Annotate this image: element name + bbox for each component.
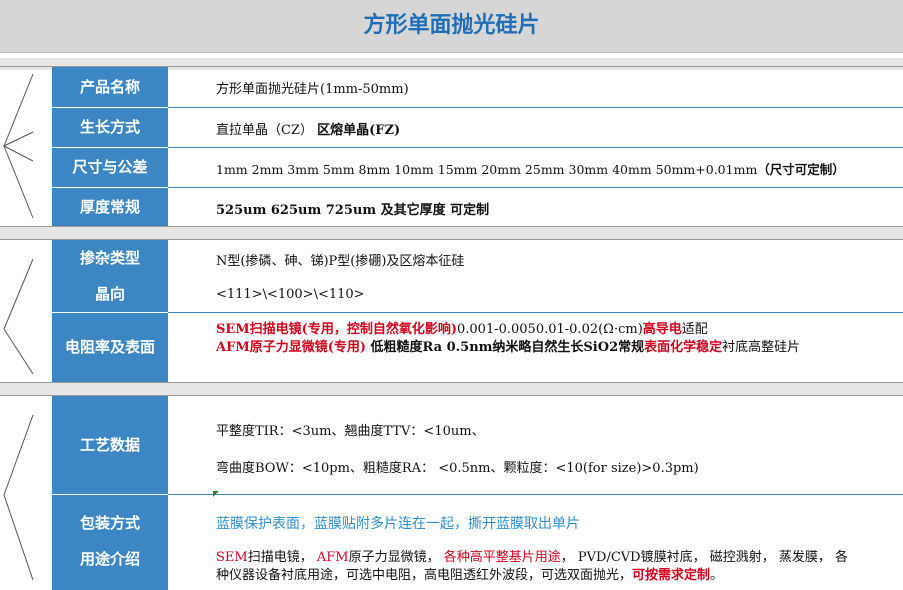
label-packaging: 包装方式 [79, 514, 140, 532]
value-crystal-orientation: <111>\<100>\<110> [216, 287, 365, 302]
label-process-data: 工艺数据 [79, 436, 140, 454]
value-applications: SEM扫描电镜， AFM原子力显微镜， 各种高平整基片用途， PVD/CVD镀膜… [216, 549, 856, 585]
value-process-line2: 弯曲度BOW：<10pm、粗糙度RA： <0.5nm、颗粒度：<10(for s… [216, 461, 699, 476]
value-product-name: 方形单面抛光硅片(1mm-50mm) [216, 82, 409, 97]
app-sem: SEM [216, 550, 248, 565]
afm-note: AFM原子力显微镜(专用) [216, 340, 367, 355]
app-afm: AFM [316, 550, 349, 565]
surface-tail: 衬底高整硅片 [722, 340, 801, 355]
growth-cz: 直拉单晶（CZ） [216, 123, 313, 138]
app-text: 原子力显微镜， [348, 550, 440, 565]
label-divider [52, 494, 168, 495]
page-title: 方形单面抛光硅片 [363, 13, 540, 38]
row-divider [168, 312, 903, 313]
value-growth-method: 直拉单晶（CZ） 区熔单晶(FZ) [216, 119, 400, 138]
label-resistivity-surface: 电阻率及表面 [64, 338, 155, 356]
high-conductivity: 高导电 [642, 322, 682, 337]
bracket-icon [3, 73, 34, 219]
label-product-name: 产品名称 [79, 78, 140, 96]
thickness-customizable: 可定制 [450, 203, 490, 218]
thickness-list: 525um 625um 725um 及其它厚度 [216, 203, 446, 218]
label-size-tolerance: 尺寸与公差 [72, 158, 148, 176]
growth-fz: 区熔单晶(FZ) [317, 123, 401, 138]
bracket-icon [3, 414, 34, 581]
section-band [0, 227, 903, 239]
size-list: 1mm 2mm 3mm 5mm 8mm 10mm 15mm 20mm 25mm … [216, 162, 758, 177]
roughness-text: 低粗糙度Ra 0.5nm纳米略自然生长SiO2常规 [366, 340, 645, 355]
value-thickness: 525um 625um 725um 及其它厚度 可定制 [216, 199, 489, 218]
value-packaging: 蓝膜保护表面，蓝膜贴附多片连在一起，撕开蓝膜取出单片 [216, 516, 580, 532]
row-divider [168, 187, 903, 188]
label-applications: 用途介绍 [79, 550, 140, 568]
label-doping-type: 掺杂类型 [79, 249, 140, 267]
value-process-line1: 平整度TIR：<3um、翘曲度TTV：<10um、 [216, 424, 485, 439]
surface-stable: 表面化学稳定 [644, 340, 723, 355]
app-text: 。 [710, 568, 724, 583]
row-divider [168, 107, 903, 108]
resistivity-range: 0.001-0.0050.01-0.02(Ω·cm) [457, 322, 643, 337]
label-crystal-orientation: 晶向 [94, 285, 125, 303]
app-customizable: 可按需求定制 [632, 568, 711, 583]
marker-icon [213, 491, 219, 497]
resistivity-tail: 适配 [681, 322, 708, 337]
label-growth-method: 生长方式 [79, 118, 140, 136]
app-text: 扫描电镜， [247, 550, 313, 565]
bracket-icon [3, 258, 34, 375]
page-header: 方形单面抛光硅片 [0, 0, 903, 53]
section-band [0, 383, 903, 395]
value-resistivity-surface: SEM扫描电镜(专用，控制自然氧化影响)0.001-0.0050.01-0.02… [216, 321, 856, 357]
size-customizable: （尺寸可定制） [757, 162, 845, 177]
sem-note: SEM扫描电镜(专用，控制自然氧化影响) [216, 322, 457, 337]
value-doping-type: N型(掺磷、砷、锑)P型(掺硼)及区熔本征硅 [216, 254, 465, 269]
row-divider [168, 494, 903, 495]
row-divider [168, 147, 903, 148]
label-thickness: 厚度常规 [79, 198, 140, 216]
value-size-tolerance: 1mm 2mm 3mm 5mm 8mm 10mm 15mm 20mm 25mm … [216, 159, 845, 178]
app-highflat: 各种高平整基片用途 [443, 550, 561, 565]
